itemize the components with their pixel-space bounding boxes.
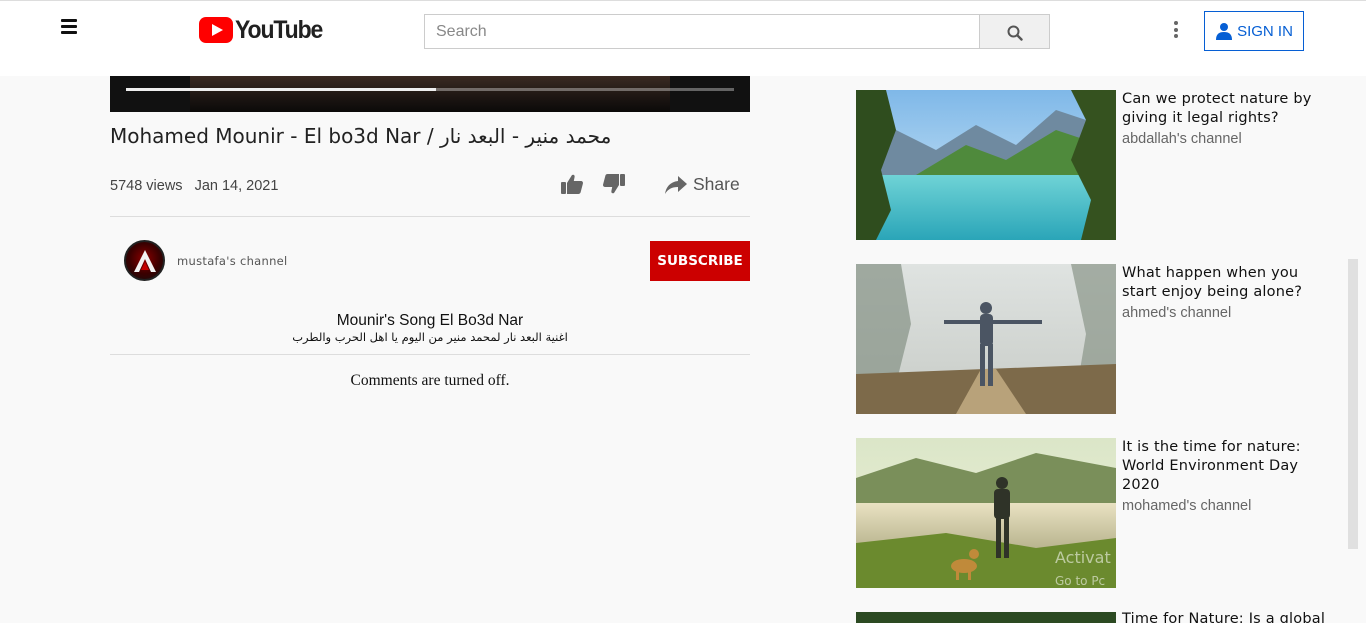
video-player[interactable] — [110, 76, 750, 112]
dislike-button[interactable] — [602, 172, 626, 201]
seek-progress — [126, 88, 437, 91]
more-options-icon[interactable] — [1172, 21, 1180, 41]
recommendation-channel[interactable]: abdallah's channel — [1122, 131, 1332, 147]
comments-status: Comments are turned off. — [350, 372, 510, 389]
share-label: Share — [693, 174, 740, 194]
search-button[interactable] — [979, 14, 1050, 49]
upload-date: Jan 14, 2021 — [194, 178, 279, 194]
recommendation-channel[interactable]: ahmed's channel — [1122, 305, 1332, 321]
description-text: اغنية البعد نار لمحمد منير من اليوم يا ا… — [292, 330, 568, 344]
seek-bar[interactable] — [126, 88, 734, 91]
subscribe-button[interactable]: SUBSCRIBE — [650, 241, 750, 281]
thumbs-up-icon — [561, 174, 583, 194]
video-thumbnail[interactable] — [856, 90, 1116, 240]
video-thumbnail[interactable] — [856, 612, 1116, 623]
recommendation-item[interactable]: Can we protect nature by giving it legal… — [856, 90, 1336, 240]
sign-in-button[interactable]: SIGN IN — [1204, 11, 1304, 51]
thumbs-down-icon — [603, 174, 625, 194]
recommendation-info: What happen when you start enjoy being a… — [1122, 264, 1332, 321]
recommendation-title[interactable]: What happen when you start enjoy being a… — [1122, 264, 1332, 302]
youtube-play-icon — [199, 17, 233, 43]
search-box — [424, 14, 980, 49]
view-count: 5748 views — [110, 178, 183, 194]
menu-icon[interactable] — [61, 19, 77, 35]
like-button[interactable] — [560, 172, 584, 201]
divider — [110, 216, 750, 217]
youtube-logo[interactable]: YouTube — [199, 13, 330, 47]
activate-windows-watermark: Activat — [1055, 548, 1111, 567]
recommendation-item[interactable]: What happen when you start enjoy being a… — [856, 264, 1336, 414]
user-icon — [1216, 23, 1233, 40]
search-input[interactable] — [425, 15, 979, 48]
search-icon — [1007, 25, 1023, 41]
recommendation-title[interactable]: It is the time for nature: World Environ… — [1122, 438, 1332, 495]
recommendation-title[interactable]: Can we protect nature by giving it legal… — [1122, 90, 1332, 128]
channel-logo-icon — [134, 250, 156, 272]
activate-windows-hint: Go to Pc — [1055, 574, 1106, 588]
recommendation-info: Time for Nature: Is a global — [1122, 612, 1332, 623]
recommendation-channel[interactable]: mohamed's channel — [1122, 498, 1332, 514]
description-title: Mounir's Song El Bo3d Nar — [336, 312, 524, 329]
lake-mountains-thumbnail — [856, 90, 1116, 240]
sign-in-label: SIGN IN — [1237, 22, 1293, 40]
channel-name[interactable]: mustafa's channel — [177, 254, 288, 268]
divider — [110, 354, 750, 355]
video-thumbnail[interactable] — [856, 264, 1116, 414]
channel-avatar[interactable] — [124, 240, 165, 281]
top-header: YouTube SIGN IN — [0, 0, 1366, 76]
recommendation-item[interactable]: Time for Nature: Is a global — [856, 612, 1336, 623]
recommendation-info: It is the time for nature: World Environ… — [1122, 438, 1332, 514]
share-button[interactable]: Share — [664, 174, 740, 195]
scrollbar[interactable] — [1348, 259, 1358, 549]
video-title: Mohamed Mounir - El bo3d Nar / محمد منير… — [110, 124, 612, 148]
logo-text: YouTube — [235, 15, 323, 44]
recommendation-title[interactable]: Time for Nature: Is a global — [1122, 612, 1332, 623]
video-frame — [190, 76, 670, 112]
recommendation-info: Can we protect nature by giving it legal… — [1122, 90, 1332, 147]
share-icon — [665, 175, 687, 194]
video-meta: 5748 views Jan 14, 2021 — [110, 178, 278, 194]
foggy-road-thumbnail — [856, 264, 1116, 414]
